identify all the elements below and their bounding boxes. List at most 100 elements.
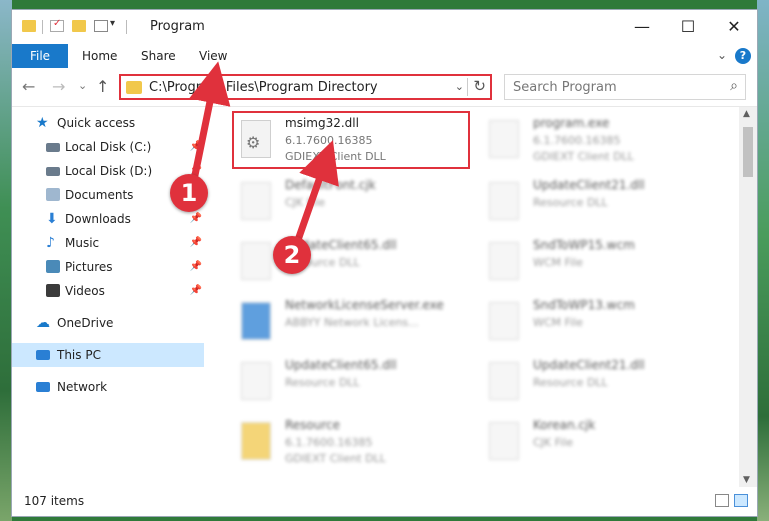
file-name: SndToWP15.wcm — [533, 238, 635, 252]
file-item[interactable]: NetworkLicenseServer.exe ABBYY Network L… — [233, 294, 473, 350]
file-name: Korean.cjk — [533, 418, 596, 432]
documents-icon — [46, 188, 60, 201]
window-title: Program — [150, 19, 205, 34]
recent-locations-icon[interactable]: ⌄ — [78, 79, 87, 92]
file-name: msimg32.dll — [285, 116, 359, 130]
item-count: 107 items — [24, 494, 85, 508]
file-list: ⚙ msimg32.dll 6.1.7600.16385 GDIEXT Clie… — [219, 107, 739, 487]
file-item-msimg32[interactable]: ⚙ msimg32.dll 6.1.7600.16385 GDIEXT Clie… — [233, 112, 473, 168]
expand-ribbon-icon[interactable]: ⌄ — [717, 48, 727, 62]
computer-icon — [36, 350, 50, 360]
forward-arrow-icon[interactable]: → — [52, 77, 65, 96]
file-icon — [489, 422, 519, 460]
sidebar-item-videos[interactable]: Videos 📌 — [12, 279, 204, 303]
file-type: WCM File — [533, 256, 583, 269]
music-icon: ♪ — [46, 235, 55, 251]
search-input[interactable]: Search Program ⌕ — [504, 74, 746, 100]
scroll-thumb[interactable] — [743, 127, 753, 177]
pin-icon[interactable]: 📌 — [190, 135, 202, 159]
sidebar-item-downloads[interactable]: ⬇ Downloads 📌 — [12, 207, 204, 231]
file-item[interactable]: Resource 6.1.7600.16385 GDIEXT Client DL… — [233, 414, 473, 470]
minimize-button[interactable]: — — [619, 10, 665, 44]
file-name: UpdateClient21.dll — [533, 178, 645, 192]
pictures-icon — [46, 260, 60, 273]
drive-icon — [46, 167, 60, 176]
file-item[interactable]: DefaultFont.cjk CJK File — [233, 174, 473, 230]
videos-icon — [46, 284, 60, 297]
annotation-badge-2: 2 — [273, 236, 311, 274]
file-type: ABBYY Network Licens... — [285, 316, 419, 329]
up-arrow-icon[interactable]: ↑ — [96, 77, 109, 96]
file-description: GDIEXT Client DLL — [285, 452, 386, 465]
details-view-icon[interactable] — [715, 494, 729, 507]
file-name: UpdateClient65.dll — [285, 358, 397, 372]
file-item[interactable]: UpdateClient65.dll Resource DLL — [233, 234, 473, 290]
customize-quick-access-icon[interactable] — [94, 20, 108, 32]
address-bar[interactable]: C:\Program Files\Program Directory ⌄ ↻ — [119, 74, 492, 100]
file-item[interactable]: UpdateClient21.dll Resource DLL — [481, 354, 721, 410]
search-placeholder: Search Program — [513, 80, 617, 95]
sidebar-item-label: Documents — [65, 188, 134, 202]
file-item[interactable]: SndToWP15.wcm WCM File — [481, 234, 721, 290]
address-dropdown-icon[interactable]: ⌄ — [455, 80, 464, 93]
star-icon: ★ — [36, 115, 49, 131]
new-folder-icon[interactable] — [72, 20, 86, 32]
scroll-up-icon[interactable]: ▲ — [743, 109, 750, 119]
sidebar-item-network[interactable]: Network — [12, 375, 204, 399]
file-item[interactable]: SndToWP13.wcm WCM File — [481, 294, 721, 350]
pin-icon[interactable]: 📌 — [190, 279, 202, 303]
file-description: GDIEXT Client DLL — [533, 150, 634, 163]
tab-view[interactable]: View — [199, 44, 227, 68]
sidebar-item-local-disk-c[interactable]: Local Disk (C:) 📌 — [12, 135, 204, 159]
maximize-button[interactable]: ☐ — [665, 10, 711, 44]
file-item[interactable]: UpdateClient65.dll Resource DLL — [233, 354, 473, 410]
help-icon[interactable]: ? — [735, 48, 751, 64]
file-version: 6.1.7600.16385 — [285, 134, 373, 147]
sidebar-item-label: Downloads — [65, 212, 131, 226]
file-description: GDIEXT Client DLL — [285, 150, 386, 163]
file-item[interactable]: program.exe 6.1.7600.16385 GDIEXT Client… — [481, 112, 721, 168]
pin-icon[interactable]: 📌 — [190, 231, 202, 255]
file-name: DefaultFont.cjk — [285, 178, 376, 192]
file-name: SndToWP13.wcm — [533, 298, 635, 312]
explorer-window: ✓ ▾ Program — ☐ ✕ File Home Share View ⌄… — [12, 10, 757, 516]
properties-icon[interactable]: ✓ — [50, 18, 64, 32]
sidebar-item-music[interactable]: ♪ Music 📌 — [12, 231, 204, 255]
file-item[interactable]: UpdateClient21.dll Resource DLL — [481, 174, 721, 230]
tab-home[interactable]: Home — [82, 44, 117, 68]
sidebar-item-this-pc[interactable]: This PC — [12, 343, 204, 367]
exe-file-icon — [241, 302, 271, 340]
status-bar: 107 items — [12, 488, 757, 516]
refresh-icon[interactable]: ↻ — [473, 77, 486, 95]
dll-file-icon — [241, 242, 271, 280]
file-version: 6.1.7600.16385 — [285, 436, 373, 449]
file-type: WCM File — [533, 316, 583, 329]
close-button[interactable]: ✕ — [711, 10, 757, 44]
tab-share[interactable]: Share — [141, 44, 176, 68]
sidebar-item-onedrive[interactable]: ☁ OneDrive — [12, 311, 204, 335]
scroll-down-icon[interactable]: ▼ — [743, 475, 750, 485]
tab-file[interactable]: File — [12, 44, 68, 68]
sidebar-item-label: Local Disk (D:) — [65, 164, 153, 178]
file-name: program.exe — [533, 116, 610, 130]
ribbon-tabs: File Home Share View ⌄ ? — [12, 44, 757, 68]
back-arrow-icon[interactable]: ← — [22, 77, 35, 96]
dll-file-icon — [489, 362, 519, 400]
file-type: CJK File — [533, 436, 574, 449]
toolbar-divider — [42, 20, 43, 34]
file-item[interactable]: Korean.cjk CJK File — [481, 414, 721, 470]
dll-file-icon: ⚙ — [241, 120, 271, 158]
sidebar-item-quick-access[interactable]: ★ Quick access — [12, 111, 204, 135]
sidebar-item-label: Network — [57, 380, 108, 394]
file-icon — [489, 182, 519, 220]
vertical-scrollbar[interactable]: ▲ ▼ — [739, 107, 757, 487]
file-version: 6.1.7600.16385 — [533, 134, 621, 147]
quick-access-dropdown-icon[interactable]: ▾ — [110, 18, 115, 29]
sidebar-item-pictures[interactable]: Pictures 📌 — [12, 255, 204, 279]
desktop-background-right — [757, 0, 769, 521]
navigation-pane: ★ Quick access Local Disk (C:) 📌 Local D… — [12, 107, 204, 487]
large-icons-view-icon[interactable] — [734, 494, 748, 507]
file-type: Resource DLL — [533, 196, 608, 209]
pin-icon[interactable]: 📌 — [190, 255, 202, 279]
sidebar-item-label: Videos — [65, 284, 105, 298]
